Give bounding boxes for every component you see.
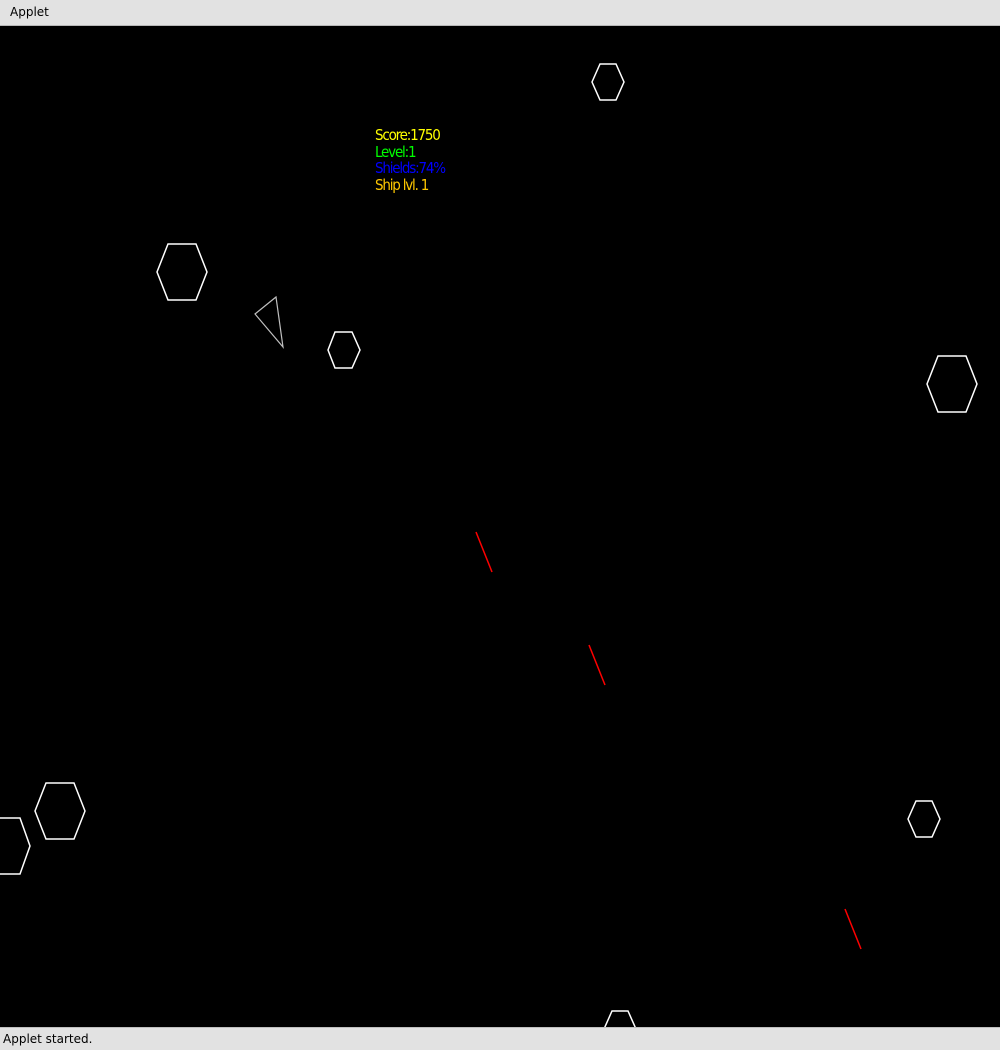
- bullet: [475, 531, 493, 573]
- asteroid: [156, 243, 208, 301]
- asteroid: [34, 782, 86, 840]
- status-bar: Applet started.: [0, 1027, 1000, 1050]
- score-text: Score:1750: [375, 126, 441, 144]
- asteroid: [926, 355, 978, 413]
- window-titlebar: Applet: [0, 0, 1000, 26]
- bullet: [588, 644, 606, 686]
- ship-level-text: Ship lvl. 1: [375, 175, 429, 194]
- asteroid: [907, 800, 941, 838]
- game-canvas[interactable]: Score:1750 Level:1 Shields:74% Ship lvl.…: [0, 26, 1000, 1027]
- level-text: Level:1: [375, 142, 417, 161]
- player-ship: [254, 295, 284, 349]
- asteroid: [591, 63, 625, 101]
- asteroid: [0, 817, 31, 875]
- bullet: [844, 908, 862, 950]
- shields-text: Shields:74%: [375, 159, 446, 177]
- window-title: Applet: [10, 5, 49, 19]
- asteroid: [327, 331, 361, 369]
- hud: Score:1750 Level:1 Shields:74% Ship lvl.…: [375, 126, 446, 194]
- game-field: [0, 63, 978, 1027]
- asteroid: [604, 1010, 636, 1027]
- status-text: Applet started.: [3, 1032, 93, 1046]
